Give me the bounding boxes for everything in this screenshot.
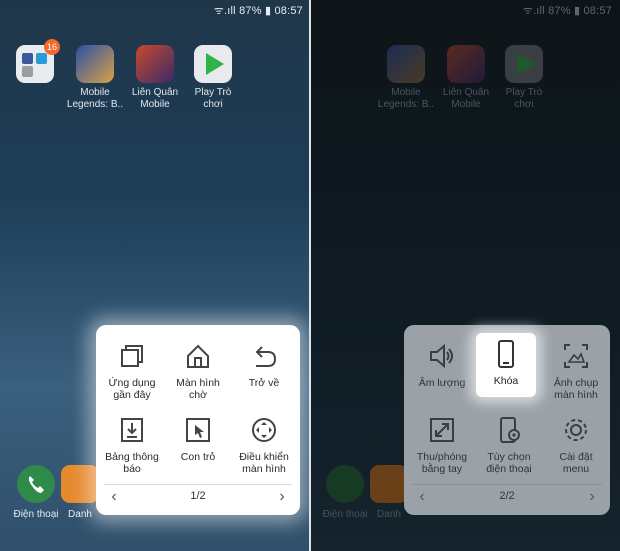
app-play-games[interactable]: Play Trò chơi	[489, 45, 559, 111]
contacts-icon	[61, 465, 99, 503]
phone-options-icon	[494, 415, 524, 445]
menu-item-label: Thu/phóng bằng tay	[416, 451, 468, 475]
menu-item-label: Âm lượng	[418, 377, 466, 389]
menu-item-notification-panel[interactable]: Bảng thông báo	[98, 415, 166, 475]
menu-item-label: Khóa	[493, 375, 519, 387]
volume-icon	[427, 341, 457, 371]
dock-contacts[interactable]: Danh	[369, 465, 409, 520]
menu-item-label: Bảng thông báo	[105, 451, 159, 475]
back-icon	[249, 341, 279, 371]
notification-panel-icon	[117, 415, 147, 445]
page-indicator: 1/2	[190, 490, 206, 502]
play-games-icon	[505, 45, 543, 83]
lock-phone-icon	[491, 339, 521, 369]
menu-item-label: Cài đặt menu	[559, 451, 593, 475]
mobile-legends-icon	[387, 45, 425, 83]
menu-item-back[interactable]: Trở về	[230, 341, 298, 389]
app-label: Play Trò chơi	[505, 87, 543, 110]
left-screen: ᯤ.ıll 87% ▮ 08:57 16 Mobile Legends: B..…	[0, 0, 311, 551]
dock-label: Danh	[377, 509, 401, 520]
play-games-icon	[194, 45, 232, 83]
app-label: Play Trò chơi	[194, 87, 232, 110]
menu-pager: ‹ 2/2 ›	[412, 484, 602, 509]
mobile-legends-icon	[76, 45, 114, 83]
lien-quan-icon	[447, 45, 485, 83]
notification-badge: 16	[44, 39, 60, 55]
menu-item-label: Tùy chọn điện thoại	[486, 451, 532, 475]
status-bar: ᯤ.ıll 87% ▮ 08:57	[522, 5, 612, 17]
assistant-menu-page-1: Ứng dụng gần đây Màn hình chờ Trở về Bản…	[96, 325, 300, 515]
next-page-button[interactable]: ›	[272, 488, 292, 506]
phone-icon	[17, 465, 55, 503]
contacts-icon	[370, 465, 408, 503]
menu-item-label: Con trỏ	[180, 451, 216, 463]
dock-contacts[interactable]: Danh	[60, 465, 100, 520]
menu-item-label: Trở về	[248, 377, 280, 389]
menu-pager: ‹ 1/2 ›	[104, 484, 292, 509]
menu-item-recent-apps[interactable]: Ứng dụng gần đây	[98, 341, 166, 401]
menu-item-settings[interactable]: Cài đặt menu	[542, 415, 610, 475]
recent-apps-icon	[117, 341, 147, 371]
menu-item-phone-options[interactable]: Tùy chọn điện thoại	[475, 415, 543, 475]
screen-control-icon	[249, 415, 279, 445]
menu-item-label: Ảnh chụp màn hình	[553, 377, 599, 401]
screenshot-icon	[561, 341, 591, 371]
menu-item-label: Màn hình chờ	[176, 377, 220, 401]
menu-item-cursor[interactable]: Con trỏ	[164, 415, 232, 463]
menu-item-home[interactable]: Màn hình chờ	[164, 341, 232, 401]
next-page-button[interactable]: ›	[582, 488, 602, 506]
dock-label: Danh	[68, 509, 92, 520]
menu-item-lock[interactable]: Khóa	[476, 333, 536, 397]
page-indicator: 2/2	[499, 490, 515, 502]
menu-item-volume[interactable]: Âm lượng	[408, 341, 476, 389]
status-bar: ᯤ.ıll 87% ▮ 08:57	[213, 5, 303, 17]
app-play-games[interactable]: Play Trò chơi	[178, 45, 248, 111]
menu-item-screenshot[interactable]: Ảnh chụp màn hình	[542, 341, 610, 401]
phone-icon	[326, 465, 364, 503]
menu-item-label: Ứng dụng gần đây	[108, 377, 156, 401]
settings-icon	[561, 415, 591, 445]
menu-item-label: Điều khiển màn hình	[239, 451, 289, 475]
zoom-icon	[427, 415, 457, 445]
menu-item-screen-control[interactable]: Điều khiển màn hình	[230, 415, 298, 475]
folder-icon: 16	[16, 39, 60, 83]
home-icon	[183, 341, 213, 371]
lien-quan-icon	[136, 45, 174, 83]
cursor-icon	[183, 415, 213, 445]
menu-item-zoom[interactable]: Thu/phóng bằng tay	[408, 415, 476, 475]
